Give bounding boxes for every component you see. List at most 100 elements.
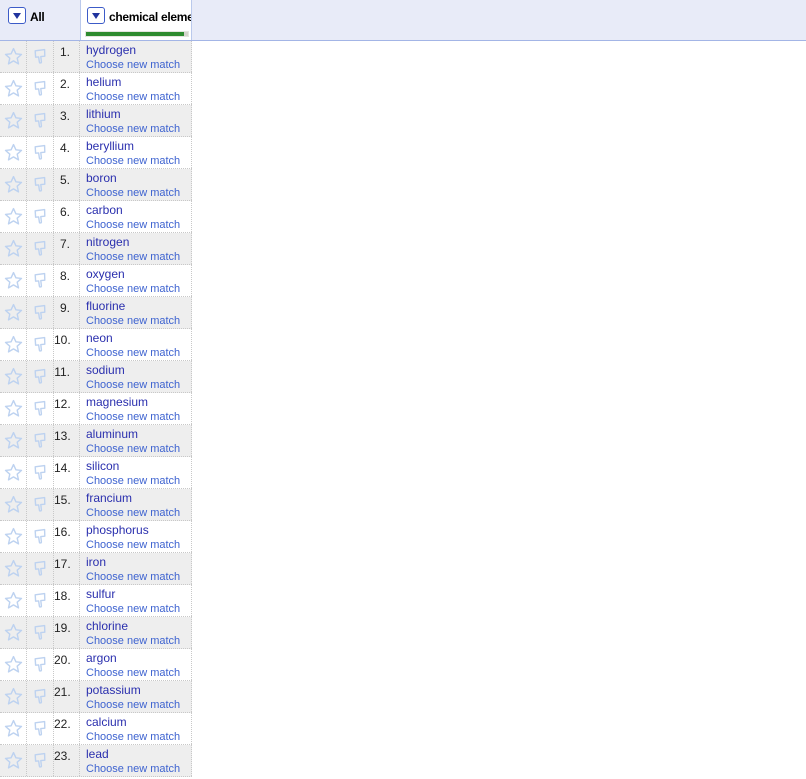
- entry-name-link[interactable]: boron: [86, 171, 191, 185]
- star-icon: [4, 463, 23, 482]
- entry-name-link[interactable]: iron: [86, 555, 191, 569]
- choose-new-match-link[interactable]: Choose new match: [86, 187, 191, 199]
- choose-new-match-link[interactable]: Choose new match: [86, 731, 191, 743]
- flag-button[interactable]: [27, 585, 54, 616]
- flag-button[interactable]: [27, 41, 54, 72]
- entry-name-link[interactable]: lithium: [86, 107, 191, 121]
- entry-name-link[interactable]: chlorine: [86, 619, 191, 633]
- entry-name-link[interactable]: magnesium: [86, 395, 191, 409]
- entry-name-link[interactable]: lead: [86, 747, 191, 761]
- flag-button[interactable]: [27, 681, 54, 712]
- flag-icon: [31, 495, 50, 514]
- flag-button[interactable]: [27, 73, 54, 104]
- entry-name-link[interactable]: potassium: [86, 683, 191, 697]
- star-button[interactable]: [0, 489, 27, 520]
- choose-new-match-link[interactable]: Choose new match: [86, 667, 191, 679]
- entry-name-link[interactable]: nitrogen: [86, 235, 191, 249]
- entry-name-link[interactable]: neon: [86, 331, 191, 345]
- star-button[interactable]: [0, 457, 27, 488]
- flag-button[interactable]: [27, 713, 54, 744]
- choose-new-match-link[interactable]: Choose new match: [86, 411, 191, 423]
- star-button[interactable]: [0, 105, 27, 136]
- star-button[interactable]: [0, 41, 27, 72]
- star-button[interactable]: [0, 137, 27, 168]
- catalog-dropdown-button[interactable]: [87, 7, 105, 24]
- choose-new-match-link[interactable]: Choose new match: [86, 347, 191, 359]
- star-button[interactable]: [0, 233, 27, 264]
- star-button[interactable]: [0, 73, 27, 104]
- choose-new-match-link[interactable]: Choose new match: [86, 699, 191, 711]
- star-button[interactable]: [0, 361, 27, 392]
- choose-new-match-link[interactable]: Choose new match: [86, 219, 191, 231]
- flag-button[interactable]: [27, 489, 54, 520]
- flag-button[interactable]: [27, 265, 54, 296]
- star-button[interactable]: [0, 393, 27, 424]
- choose-new-match-link[interactable]: Choose new match: [86, 315, 191, 327]
- choose-new-match-link[interactable]: Choose new match: [86, 155, 191, 167]
- choose-new-match-link[interactable]: Choose new match: [86, 251, 191, 263]
- flag-button[interactable]: [27, 233, 54, 264]
- choose-new-match-link[interactable]: Choose new match: [86, 59, 191, 71]
- choose-new-match-link[interactable]: Choose new match: [86, 507, 191, 519]
- entry-name-link[interactable]: phosphorus: [86, 523, 191, 537]
- star-button[interactable]: [0, 681, 27, 712]
- choose-new-match-link[interactable]: Choose new match: [86, 379, 191, 391]
- entry-name-link[interactable]: fluorine: [86, 299, 191, 313]
- flag-button[interactable]: [27, 553, 54, 584]
- flag-button[interactable]: [27, 201, 54, 232]
- star-button[interactable]: [0, 649, 27, 680]
- flag-button[interactable]: [27, 617, 54, 648]
- entry-name-link[interactable]: hydrogen: [86, 43, 191, 57]
- row-number: 21.: [54, 681, 80, 712]
- entry-name-link[interactable]: oxygen: [86, 267, 191, 281]
- choose-new-match-link[interactable]: Choose new match: [86, 635, 191, 647]
- star-button[interactable]: [0, 169, 27, 200]
- flag-button[interactable]: [27, 105, 54, 136]
- choose-new-match-link[interactable]: Choose new match: [86, 123, 191, 135]
- entry-name-link[interactable]: francium: [86, 491, 191, 505]
- choose-new-match-link[interactable]: Choose new match: [86, 283, 191, 295]
- choose-new-match-link[interactable]: Choose new match: [86, 539, 191, 551]
- entry-name-link[interactable]: argon: [86, 651, 191, 665]
- flag-button[interactable]: [27, 169, 54, 200]
- entry-name-link[interactable]: sodium: [86, 363, 191, 377]
- star-button[interactable]: [0, 425, 27, 456]
- star-button[interactable]: [0, 521, 27, 552]
- flag-button[interactable]: [27, 521, 54, 552]
- entry-name-link[interactable]: carbon: [86, 203, 191, 217]
- star-button[interactable]: [0, 297, 27, 328]
- star-button[interactable]: [0, 713, 27, 744]
- flag-button[interactable]: [27, 649, 54, 680]
- star-button[interactable]: [0, 745, 27, 776]
- flag-button[interactable]: [27, 457, 54, 488]
- dropdown-arrow-icon: [13, 13, 21, 19]
- star-button[interactable]: [0, 585, 27, 616]
- flag-button[interactable]: [27, 361, 54, 392]
- choose-new-match-link[interactable]: Choose new match: [86, 475, 191, 487]
- entry-name-link[interactable]: sulfur: [86, 587, 191, 601]
- flag-button[interactable]: [27, 297, 54, 328]
- entry-name-link[interactable]: beryllium: [86, 139, 191, 153]
- star-button[interactable]: [0, 329, 27, 360]
- flag-button[interactable]: [27, 393, 54, 424]
- choose-new-match-link[interactable]: Choose new match: [86, 603, 191, 615]
- star-button[interactable]: [0, 617, 27, 648]
- choose-new-match-link[interactable]: Choose new match: [86, 91, 191, 103]
- entry-name-link[interactable]: helium: [86, 75, 191, 89]
- flag-button[interactable]: [27, 745, 54, 776]
- list-item: 5. boron Choose new match: [0, 169, 192, 201]
- flag-button[interactable]: [27, 137, 54, 168]
- star-button[interactable]: [0, 265, 27, 296]
- choose-new-match-link[interactable]: Choose new match: [86, 443, 191, 455]
- all-dropdown-button[interactable]: [8, 7, 26, 24]
- entry-name-link[interactable]: calcium: [86, 715, 191, 729]
- star-button[interactable]: [0, 201, 27, 232]
- choose-new-match-link[interactable]: Choose new match: [86, 763, 191, 775]
- flag-button[interactable]: [27, 329, 54, 360]
- flag-button[interactable]: [27, 425, 54, 456]
- entry-name-link[interactable]: silicon: [86, 459, 191, 473]
- star-button[interactable]: [0, 553, 27, 584]
- choose-new-match-link[interactable]: Choose new match: [86, 571, 191, 583]
- entry-name-link[interactable]: aluminum: [86, 427, 191, 441]
- row-number: 22.: [54, 713, 80, 744]
